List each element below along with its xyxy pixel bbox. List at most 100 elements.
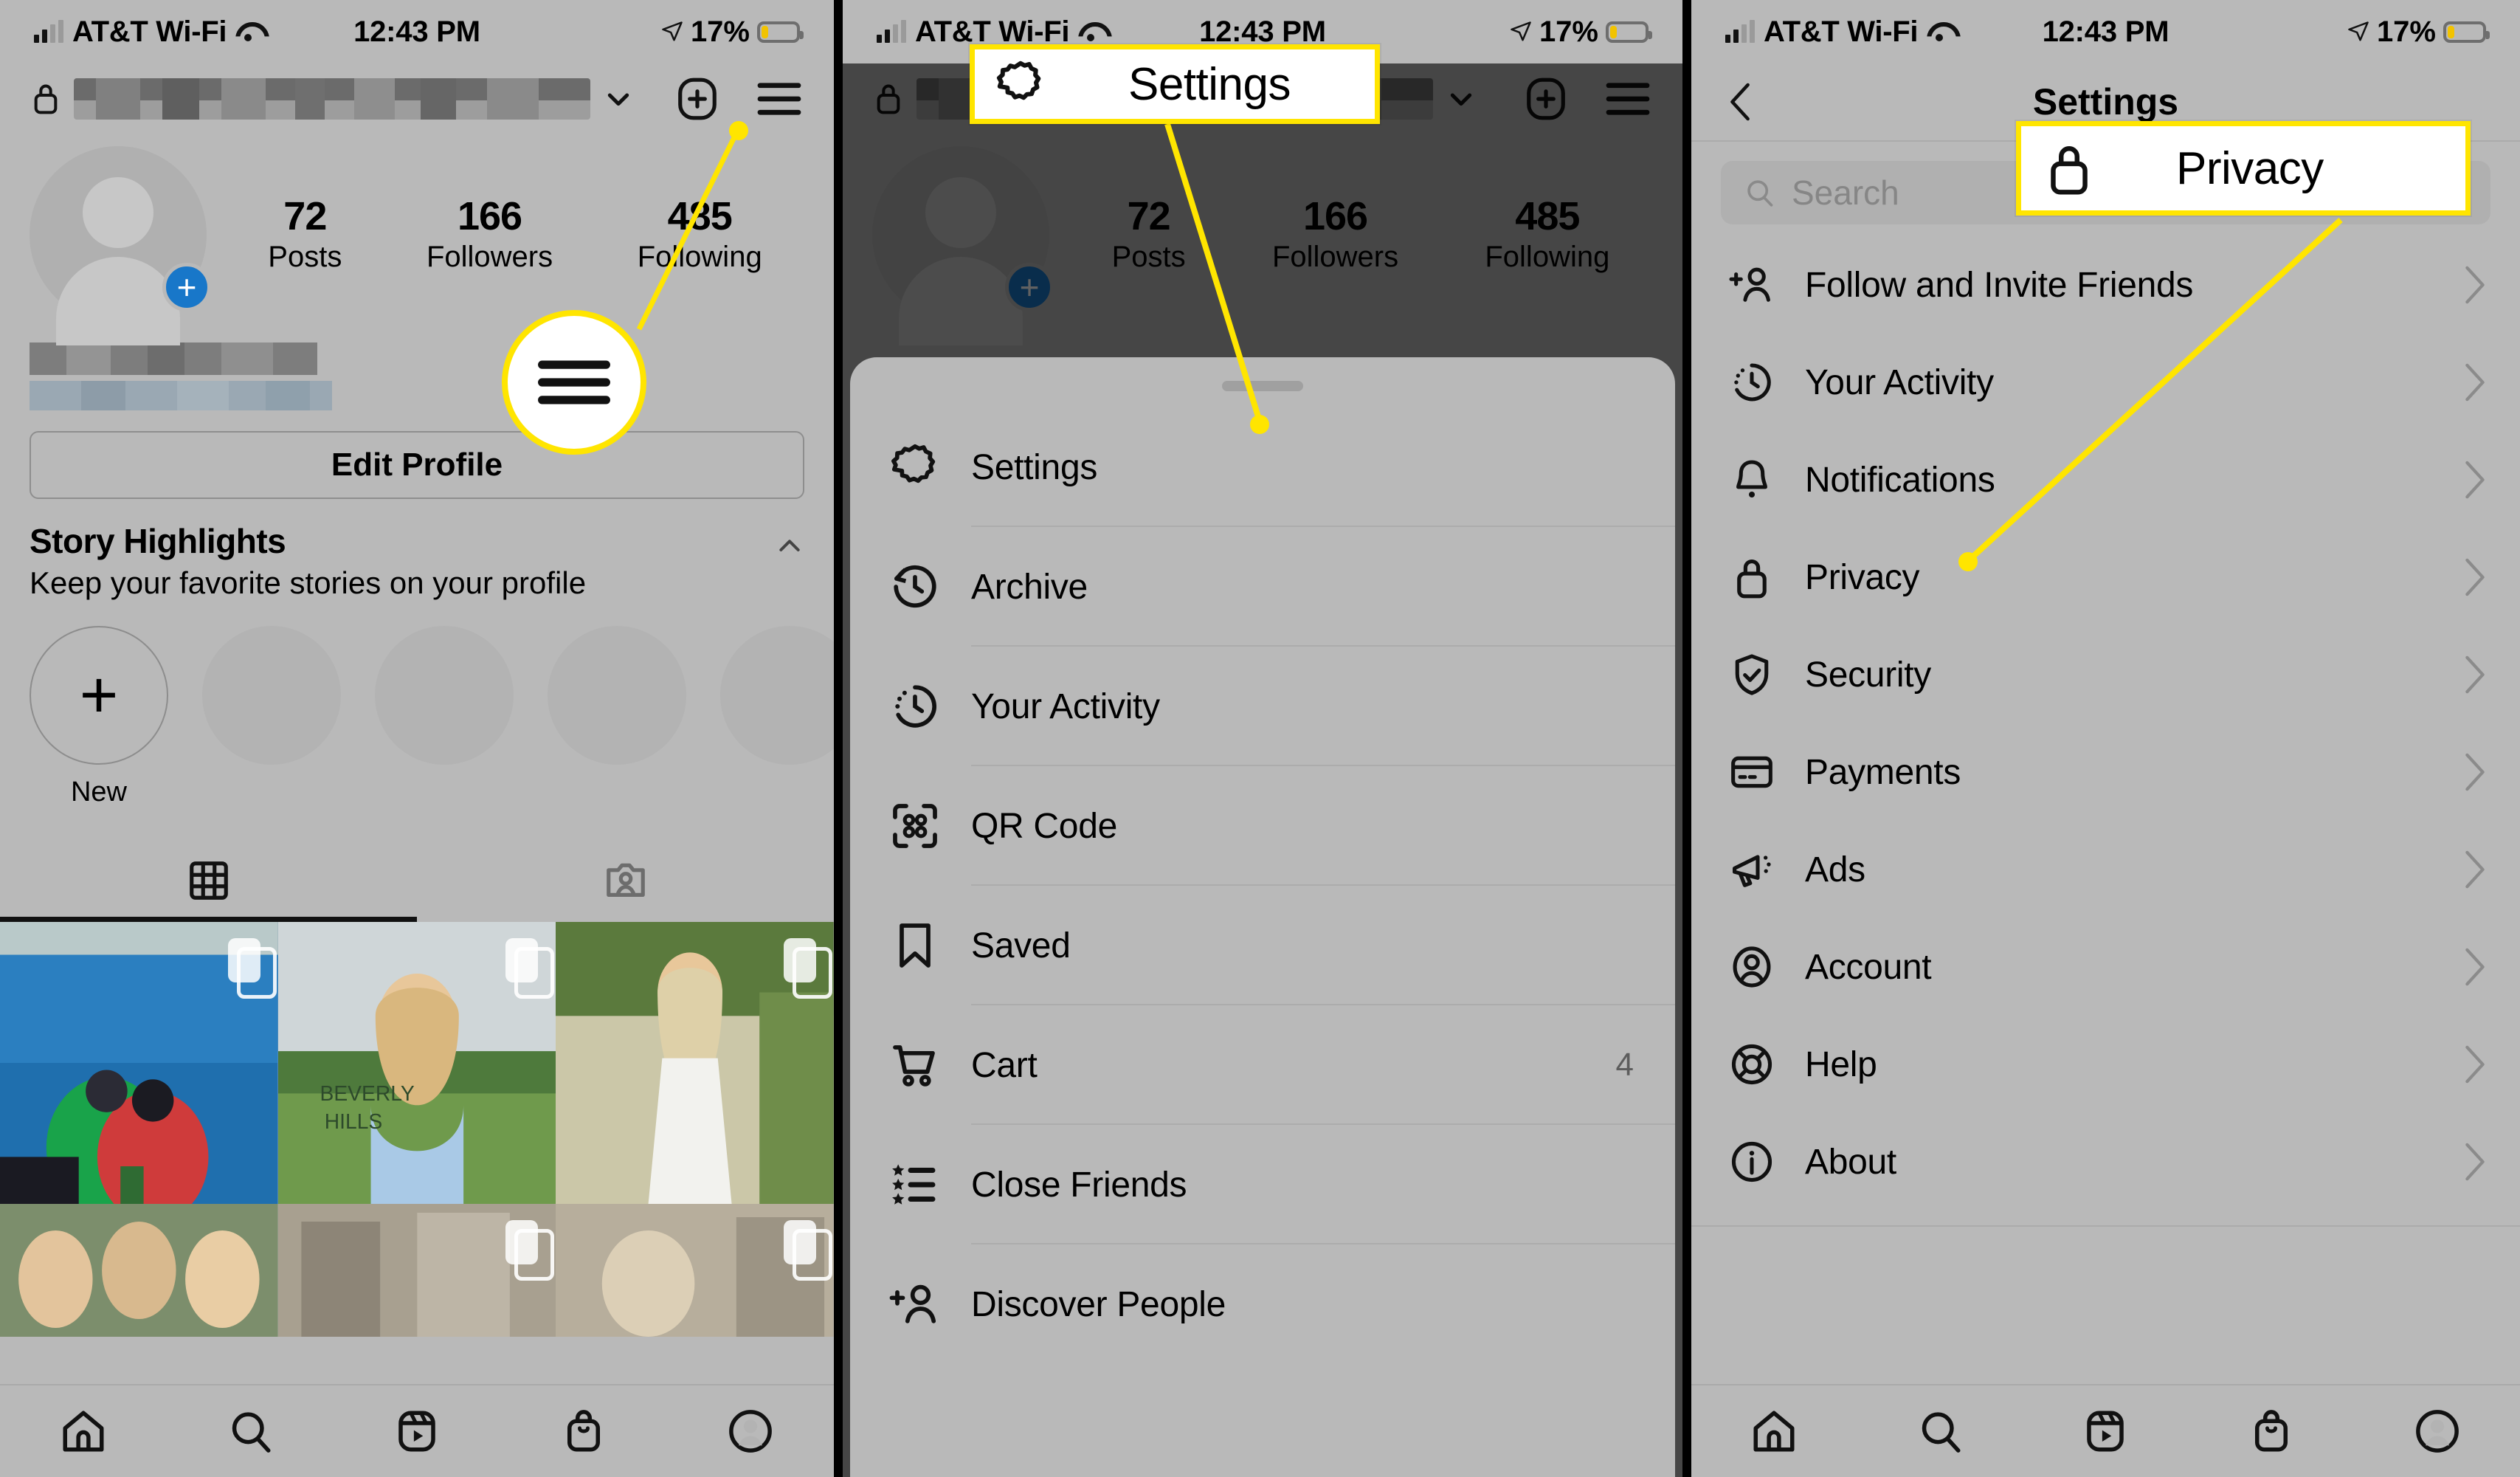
stat-followers[interactable]: 166 Followers [427,196,553,274]
home-icon [63,1411,104,1452]
settings-item-account[interactable]: Account [1691,918,2520,1016]
nav-shop[interactable] [500,1407,667,1456]
grid-photo[interactable] [556,922,834,1204]
grid-photo[interactable] [0,1204,278,1337]
lock-icon [34,84,58,114]
svg-text:HILLS: HILLS [324,1110,382,1134]
menu-item-label: Saved [971,926,1071,965]
plus-square-icon[interactable] [674,76,720,122]
menu-item-archive[interactable]: Archive [850,527,1675,647]
menu-item-your-activity[interactable]: Your Activity [850,647,1675,766]
nav-home[interactable] [1691,1407,1857,1456]
shop-icon [567,1410,600,1452]
photo-grid: BEVERLY HILLS [0,922,834,1337]
stat-label: Following [637,240,762,273]
grid-photo[interactable] [277,1204,556,1337]
grid-photo[interactable] [0,922,278,1204]
add-story-button[interactable]: + [162,263,211,311]
grid-photo[interactable] [556,1204,834,1337]
username-redacted[interactable] [74,78,590,120]
highlight-placeholder[interactable] [720,626,834,808]
bio-redacted [30,342,804,410]
gear-icon [994,58,1047,111]
nav-shop[interactable] [2189,1407,2355,1456]
info-icon [1728,1138,1784,1185]
settings-item-security[interactable]: Security [1691,626,2520,723]
tab-tagged[interactable] [417,839,834,922]
menu-item-label: Close Friends [971,1165,1187,1205]
chevron-down-icon[interactable] [604,84,633,114]
battery-icon [1606,21,1652,43]
highlight-new-label: New [70,777,128,808]
three-panel-tutorial-screenshot: AT&T Wi-Fi 12:43 PM 17% + 72 Posts 166 F… [0,0,2520,1477]
stat-posts[interactable]: 72 Posts [268,196,342,274]
settings-item-payments[interactable]: Payments [1691,723,2520,821]
page-title: Settings [2032,81,2179,123]
menu-item-label: Archive [971,567,1088,607]
callout-label: Settings [1128,58,1291,110]
settings-list: Follow and Invite Friends Your Activity [1691,236,2520,1227]
highlight-placeholder[interactable] [548,626,686,808]
tab-active-underline [0,917,417,922]
tab-grid[interactable] [0,839,417,922]
nav-reels[interactable] [334,1407,500,1456]
settings-item-about[interactable]: About [1691,1113,2520,1211]
chevron-right-icon [2465,655,2485,694]
nav-search[interactable] [1857,1407,2023,1456]
settings-item-notifications[interactable]: Notifications [1691,431,2520,529]
search-icon [1922,1412,1961,1453]
menu-item-cart[interactable]: Cart 4 [850,1005,1675,1125]
battery-percent-label: 17% [690,15,750,48]
settings-item-label: Help [1805,1044,1877,1084]
bookmark-icon [888,919,952,972]
edit-profile-button[interactable]: Edit Profile [30,431,804,499]
highlight-new[interactable]: + New [30,626,168,808]
hamburger-menu-icon[interactable] [756,80,803,118]
stat-following[interactable]: 485 Following [638,196,762,274]
status-bar: AT&T Wi-Fi 12:43 PM 17% [1691,0,2520,63]
stat-label: Posts [268,240,342,273]
chevron-right-icon [2465,363,2485,402]
plus-icon: + [30,626,168,765]
stat-value: 72 [283,194,327,239]
nav-profile[interactable] [667,1407,834,1456]
shop-icon [2255,1410,2288,1452]
grid-photo[interactable]: BEVERLY HILLS [277,922,556,1204]
search-icon [1747,180,1773,207]
settings-item-your-activity[interactable]: Your Activity [1691,334,2520,431]
highlight-placeholder[interactable] [375,626,514,808]
settings-item-privacy[interactable]: Privacy [1691,529,2520,626]
menu-item-close-friends[interactable]: Close Friends [850,1125,1675,1244]
nav-search[interactable] [167,1407,334,1456]
settings-item-label: Security [1805,655,1931,695]
settings-item-follow-and-invite[interactable]: Follow and Invite Friends [1691,236,2520,334]
nav-home[interactable] [0,1407,167,1456]
nav-reels[interactable] [2023,1407,2189,1456]
menu-item-qr-code[interactable]: QR Code [850,766,1675,886]
hamburger-menu-icon[interactable] [536,356,612,409]
avatar-body [56,257,180,345]
avatar[interactable]: + [30,146,211,345]
nav-profile[interactable] [2354,1407,2520,1456]
settings-item-help[interactable]: Help [1691,1016,2520,1113]
menu-item-saved[interactable]: Saved [850,886,1675,1005]
settings-item-ads[interactable]: Ads [1691,821,2520,918]
profile-stats: 72 Posts 166 Followers 485 Following [207,196,804,274]
leader-dot [729,121,748,140]
settings-item-label: Privacy [1805,557,1920,597]
callout-privacy: Privacy [2016,121,2471,216]
search-placeholder: Search [1792,173,1899,212]
multi-photo-icon [783,938,832,999]
highlight-placeholder[interactable] [202,626,341,808]
location-arrow-icon [2348,21,2369,41]
side-menu-sheet: Settings Archive Your Activity QR Code S… [850,357,1675,1477]
search-icon [232,1412,271,1453]
sheet-drag-handle[interactable] [1222,381,1303,391]
menu-item-discover-people[interactable]: Discover People [850,1244,1675,1364]
lock-icon [2042,139,2096,198]
panel-instagram-settings: AT&T Wi-Fi 12:43 PM 17% Settings Search … [1691,0,2520,1477]
chevron-up-icon[interactable] [775,531,804,561]
stat-label: Followers [426,240,553,273]
shield-check-icon [1728,651,1784,698]
megaphone-icon [1728,846,1784,893]
